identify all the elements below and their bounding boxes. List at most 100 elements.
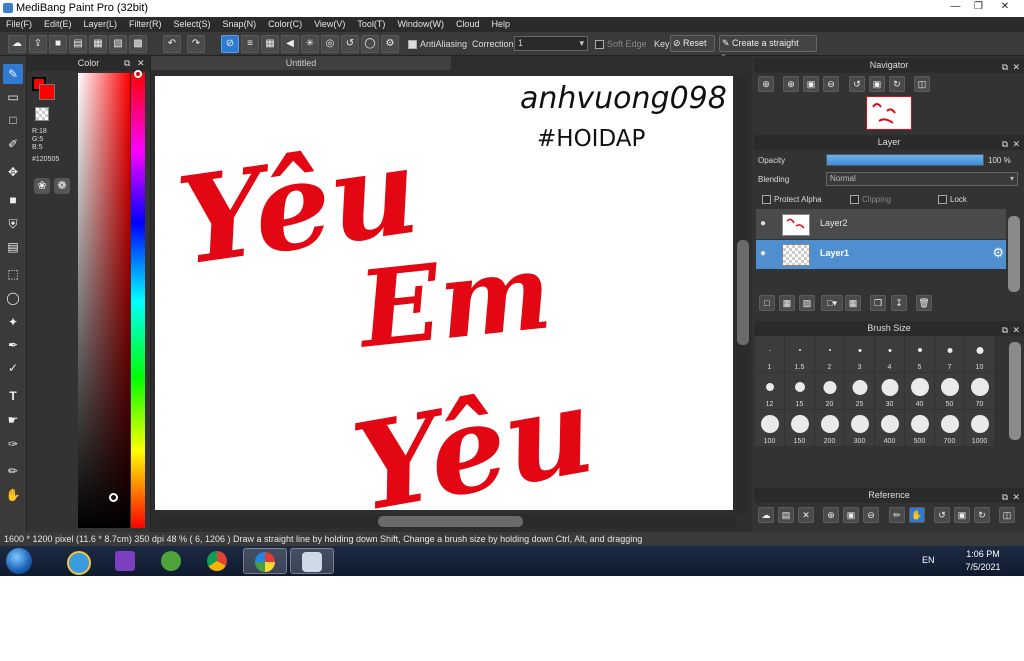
close-panel-icon[interactable]: ✕ (1012, 323, 1020, 338)
add-layer-menu-icon[interactable]: □▾ (821, 295, 843, 311)
delete-layer-icon[interactable]: 🗑 (916, 295, 932, 311)
rotate-right-icon[interactable]: ↻ (889, 76, 905, 92)
rotate-reset-icon[interactable]: ▣ (869, 76, 885, 92)
menu-snap[interactable]: Snap(N) (217, 17, 263, 32)
fill-rect-tool-icon[interactable]: ■ (3, 190, 23, 210)
new-8bit-layer-icon[interactable]: ▧ (799, 295, 815, 311)
brush-size-500[interactable]: 500 (905, 410, 934, 446)
snap-vanishing-icon[interactable]: ◀ (281, 35, 299, 53)
document-tab[interactable]: Untitled (151, 56, 451, 70)
redo-icon[interactable]: ↷ (187, 35, 205, 53)
canvas[interactable]: anhvuong098 #HOIDAP Yêu Em Yêu (155, 76, 733, 510)
taskbar-chrome[interactable] (196, 548, 240, 574)
lasso-tool-icon[interactable]: ◯ (3, 288, 23, 308)
soft-edge-checkbox[interactable]: Soft Edge (595, 39, 647, 50)
menu-file[interactable]: File(F) (0, 17, 38, 32)
menu-window[interactable]: Window(W) (391, 17, 450, 32)
brush-size-1.5[interactable]: 1.5 (785, 336, 814, 372)
brush-size-2[interactable]: 2 (815, 336, 844, 372)
reference-eyedropper-icon[interactable]: ✏ (889, 507, 905, 523)
menu-select[interactable]: Select(S) (168, 17, 217, 32)
select-eraser-icon[interactable]: ✓ (3, 358, 23, 378)
snap-cross-icon[interactable]: ▦ (261, 35, 279, 53)
palette-icon[interactable]: ❀ (34, 178, 50, 194)
move-tool-icon[interactable]: ✥ (3, 162, 23, 182)
language-indicator[interactable]: EN (922, 555, 935, 565)
correction-select[interactable]: 1 ▾ (514, 36, 588, 51)
vertical-scroll-thumb[interactable] (737, 240, 749, 345)
bucket-tool-icon[interactable]: ⛨ (3, 214, 23, 234)
operation-tool-icon[interactable]: ☛ (3, 410, 23, 430)
layer-scroll-thumb[interactable] (1008, 216, 1020, 292)
brush-size-50[interactable]: 50 (935, 373, 964, 409)
select-pen-icon[interactable]: ✒ (3, 335, 23, 355)
brush-scroll-thumb[interactable] (1009, 342, 1021, 440)
brush-size-40[interactable]: 40 (905, 373, 934, 409)
opacity-slider[interactable] (826, 154, 984, 166)
snap-settings-icon[interactable]: ⚙ (381, 35, 399, 53)
flip-icon[interactable]: ◫ (914, 76, 930, 92)
snap-circle-icon[interactable]: ◯ (361, 35, 379, 53)
brush-size-70[interactable]: 70 (965, 373, 994, 409)
brush-size-4[interactable]: 4 (875, 336, 904, 372)
taskbar-ie[interactable] (56, 548, 100, 575)
navigator-preview[interactable] (866, 96, 912, 130)
share-icon[interactable]: ⇪ (29, 35, 47, 53)
fit-icon[interactable]: ▣ (803, 76, 819, 92)
dot-pen-tool-icon[interactable]: ✐ (3, 134, 23, 154)
clipping-checkbox[interactable]: Clipping (850, 195, 891, 205)
brush-size-150[interactable]: 150 (785, 410, 814, 446)
saturation-value-field[interactable] (78, 73, 130, 528)
antialiasing-checkbox[interactable]: AntiAliasing (408, 39, 467, 50)
reference-close-icon[interactable]: ✕ (798, 507, 814, 523)
rectangle-tool-icon[interactable]: □ (3, 110, 23, 130)
snap-off-icon[interactable]: ⊘ (221, 35, 239, 53)
reference-rotate-reset-icon[interactable]: ▣ (954, 507, 970, 523)
lock-checkbox[interactable]: Lock (938, 195, 967, 205)
grid-icon[interactable]: ▩ (129, 35, 147, 53)
brush-size-15[interactable]: 15 (785, 373, 814, 409)
eyedropper-icon[interactable]: ✏ (3, 461, 23, 481)
merge-layer-icon[interactable]: ↧ (891, 295, 907, 311)
brush-size-1[interactable]: 1 (755, 336, 784, 372)
brush-tool-icon[interactable]: ✎ (3, 64, 23, 84)
reference-rotate-right-icon[interactable]: ↻ (974, 507, 990, 523)
undock-icon[interactable]: ⧉ (124, 58, 130, 69)
reference-zoom-in-icon[interactable]: ⊕ (823, 507, 839, 523)
protect-alpha-checkbox[interactable]: Protect Alpha (762, 195, 822, 205)
snap-concentric-icon[interactable]: ◎ (321, 35, 339, 53)
reference-zoom-out-icon[interactable]: ⊖ (863, 507, 879, 523)
text-tool-icon[interactable]: T (3, 386, 23, 406)
zoom-out-icon[interactable]: ⊖ (823, 76, 839, 92)
reference-fit-icon[interactable]: ▣ (843, 507, 859, 523)
undo-icon[interactable]: ↶ (163, 35, 181, 53)
snap-parallel-icon[interactable]: ≡ (241, 35, 259, 53)
system-clock[interactable]: 1:06 PM 7/5/2021 (952, 548, 1014, 574)
gradient-tool-icon[interactable]: ▤ (3, 237, 23, 257)
brush-size-25[interactable]: 25 (845, 373, 874, 409)
reference-flip-icon[interactable]: ◫ (999, 507, 1015, 523)
menu-help[interactable]: Help (485, 17, 516, 32)
new-layer-icon[interactable]: □ (759, 295, 775, 311)
duplicate-layer-icon[interactable]: ❐ (870, 295, 886, 311)
hue-handle[interactable] (134, 70, 142, 78)
brush-size-3[interactable]: 3 (845, 336, 874, 372)
color-picker-icon[interactable]: ❁ (54, 178, 70, 194)
close-panel-icon[interactable]: ✕ (1012, 60, 1020, 75)
undock-icon[interactable]: ⧉ (1002, 60, 1008, 75)
snap-radial-icon[interactable]: ✳ (301, 35, 319, 53)
brush-size-7[interactable]: 7 (935, 336, 964, 372)
taskbar-visual-studio[interactable] (104, 548, 148, 574)
reference-hand-icon[interactable]: ✋ (909, 507, 925, 523)
layer-row-layer2[interactable]: ● Layer2 (756, 209, 1006, 239)
reset-button[interactable]: ⊘ Reset (670, 35, 715, 52)
brush-size-5[interactable]: 5 (905, 336, 934, 372)
sub-color-swatch[interactable] (39, 84, 55, 100)
transparent-swatch[interactable] (35, 107, 49, 121)
start-button-icon[interactable] (6, 548, 32, 574)
minimize-button[interactable]: — (944, 0, 967, 15)
zoom-in-alt-icon[interactable]: ⊕ (783, 76, 799, 92)
menu-color[interactable]: Color(C) (262, 17, 308, 32)
rotate-left-icon[interactable]: ↺ (849, 76, 865, 92)
brush-size-30[interactable]: 30 (875, 373, 904, 409)
